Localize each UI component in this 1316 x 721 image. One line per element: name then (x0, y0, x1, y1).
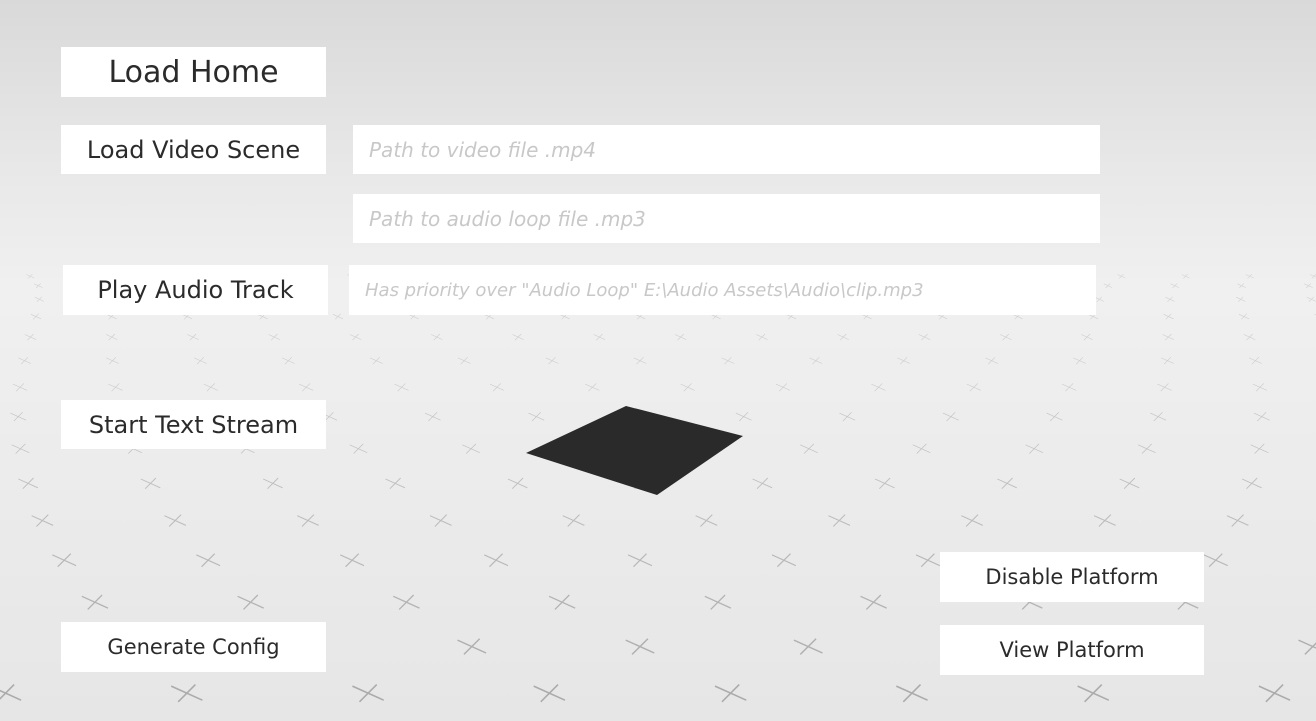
play-audio-track-button[interactable]: Play Audio Track (63, 265, 328, 315)
disable-platform-button[interactable]: Disable Platform (940, 552, 1204, 602)
start-text-stream-button[interactable]: Start Text Stream (61, 400, 326, 449)
audio-loop-path-input[interactable] (353, 194, 1100, 243)
load-video-scene-button[interactable]: Load Video Scene (61, 125, 326, 174)
generate-config-button[interactable]: Generate Config (61, 622, 326, 672)
audio-track-path-input[interactable] (349, 265, 1096, 315)
video-path-input[interactable] (353, 125, 1100, 174)
load-home-button[interactable]: Load Home (61, 47, 326, 97)
sky-backdrop (0, 0, 1316, 721)
view-platform-button[interactable]: View Platform (940, 625, 1204, 675)
3d-viewport (0, 0, 1316, 721)
